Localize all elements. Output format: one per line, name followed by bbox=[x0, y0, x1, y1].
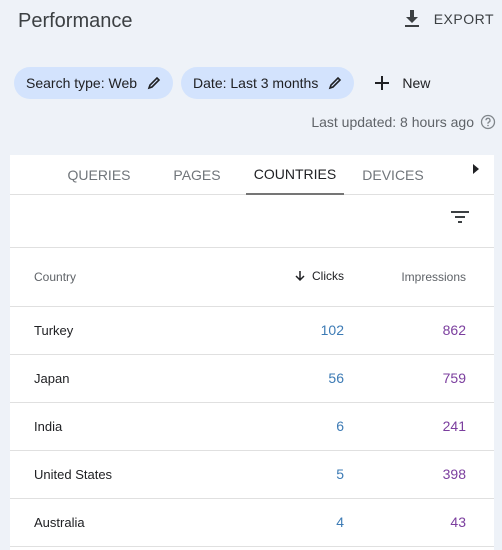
table-row[interactable]: United States 5 398 bbox=[10, 450, 494, 499]
clicks-cell: 5 bbox=[224, 450, 344, 499]
chip-label: Date: Last 3 months bbox=[193, 75, 319, 91]
impressions-cell: 398 bbox=[344, 450, 494, 499]
chip-label: Search type: Web bbox=[26, 75, 138, 91]
table-header-row: Country Clicks Impressions bbox=[10, 248, 494, 307]
impressions-cell: 862 bbox=[344, 306, 494, 355]
clicks-header-label: Clicks bbox=[312, 268, 344, 283]
impressions-cell: 241 bbox=[344, 402, 494, 451]
column-header-impressions[interactable]: Impressions bbox=[344, 248, 494, 307]
table-row[interactable]: India 6 241 bbox=[10, 402, 494, 451]
table-row[interactable]: Japan 56 759 bbox=[10, 354, 494, 403]
tab-pages[interactable]: PAGES bbox=[148, 155, 246, 195]
country-cell: United States bbox=[10, 450, 224, 499]
help-icon[interactable] bbox=[480, 114, 496, 130]
table-toolbar bbox=[10, 195, 494, 248]
clicks-cell: 56 bbox=[224, 354, 344, 403]
export-button[interactable]: EXPORT bbox=[404, 10, 494, 28]
table-row[interactable]: Australia 4 43 bbox=[10, 498, 494, 547]
export-label: EXPORT bbox=[433, 11, 494, 27]
edit-icon bbox=[147, 76, 161, 90]
impressions-cell: 759 bbox=[344, 354, 494, 403]
new-label: New bbox=[402, 75, 431, 91]
filter-bar: Search type: Web Date: Last 3 months New bbox=[14, 67, 442, 99]
clicks-cell: 6 bbox=[224, 402, 344, 451]
column-header-clicks[interactable]: Clicks bbox=[224, 248, 344, 307]
tab-devices[interactable]: DEVICES bbox=[344, 155, 442, 195]
tab-countries[interactable]: COUNTRIES bbox=[246, 155, 344, 195]
dimension-tabs: QUERIES PAGES COUNTRIES DEVICES bbox=[10, 155, 494, 195]
last-updated: Last updated: 8 hours ago bbox=[311, 114, 496, 130]
table-row[interactable]: Turkey 102 862 bbox=[10, 306, 494, 355]
country-cell: Australia bbox=[10, 498, 224, 547]
column-header-country[interactable]: Country bbox=[10, 248, 224, 307]
clicks-cell: 102 bbox=[224, 306, 344, 355]
country-cell: Turkey bbox=[10, 306, 224, 355]
download-icon bbox=[404, 10, 419, 27]
page-title: Performance bbox=[18, 10, 133, 32]
search-type-chip[interactable]: Search type: Web bbox=[14, 67, 174, 99]
plus-icon bbox=[375, 76, 390, 90]
sort-descending-icon bbox=[295, 270, 305, 281]
clicks-cell: 4 bbox=[224, 498, 344, 547]
country-cell: Japan bbox=[10, 354, 224, 403]
last-updated-text: Last updated: 8 hours ago bbox=[311, 114, 474, 130]
edit-icon bbox=[329, 76, 342, 90]
date-chip[interactable]: Date: Last 3 months bbox=[181, 67, 355, 99]
filter-icon[interactable] bbox=[450, 209, 470, 225]
impressions-cell: 43 bbox=[344, 498, 494, 547]
countries-table: Country Clicks Impressions Turkey 102 86… bbox=[10, 248, 494, 547]
report-card: QUERIES PAGES COUNTRIES DEVICES Country bbox=[10, 155, 494, 550]
new-filter-button[interactable]: New bbox=[362, 75, 442, 91]
country-cell: India bbox=[10, 402, 224, 451]
tabs-scroll-right-icon[interactable] bbox=[468, 161, 484, 177]
tab-queries[interactable]: QUERIES bbox=[50, 155, 148, 195]
